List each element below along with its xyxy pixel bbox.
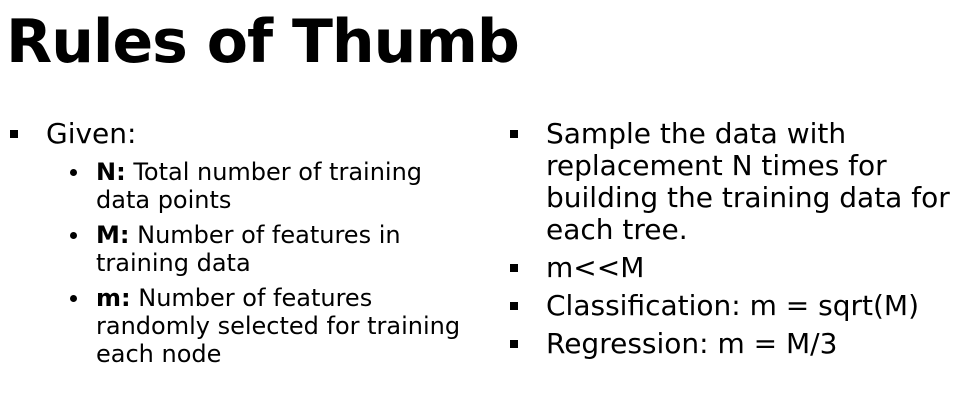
right-bullet-classification: Classification: m = sqrt(M): [510, 290, 970, 322]
right-column: Sample the data with replacement N times…: [510, 118, 970, 366]
square-bullet-icon: [10, 130, 18, 138]
right-bullet-text: Classification: m = sqrt(M): [546, 289, 919, 322]
square-bullet-icon: [510, 130, 518, 138]
round-bullet-icon: [70, 232, 77, 239]
sub-item-term: M:: [96, 221, 130, 249]
slide: Rules of Thumb Given: N: Total number of…: [0, 0, 976, 420]
square-bullet-icon: [510, 264, 518, 272]
round-bullet-icon: [70, 295, 77, 302]
sub-item-m-lower: m: Number of features randomly selected …: [66, 284, 470, 368]
round-bullet-icon: [70, 169, 77, 176]
given-label: Given:: [46, 117, 137, 150]
given-bullet: Given:: [10, 118, 470, 150]
right-bullet-text: Sample the data with replacement N times…: [546, 117, 950, 246]
right-bullet-text: m<<M: [546, 251, 645, 284]
sub-item-term: N:: [96, 158, 126, 186]
sub-item-m-upper: M: Number of features in training data: [66, 221, 470, 277]
sub-item-text: Number of features randomly selected for…: [96, 284, 461, 368]
square-bullet-icon: [510, 340, 518, 348]
sub-item-term: m:: [96, 284, 131, 312]
sub-item-text: Total number of training data points: [96, 158, 423, 214]
sub-item-n: N: Total number of training data points: [66, 158, 470, 214]
right-bullet-text: Regression: m = M/3: [546, 327, 838, 360]
square-bullet-icon: [510, 302, 518, 310]
sub-item-text: Number of features in training data: [96, 221, 401, 277]
right-bullet-regression: Regression: m = M/3: [510, 328, 970, 360]
slide-title: Rules of Thumb: [6, 7, 520, 77]
right-bullet-m-less-than: m<<M: [510, 252, 970, 284]
given-sub-list: N: Total number of training data points …: [10, 158, 470, 368]
left-column: Given: N: Total number of training data …: [10, 118, 470, 375]
right-bullet-sampling: Sample the data with replacement N times…: [510, 118, 970, 246]
